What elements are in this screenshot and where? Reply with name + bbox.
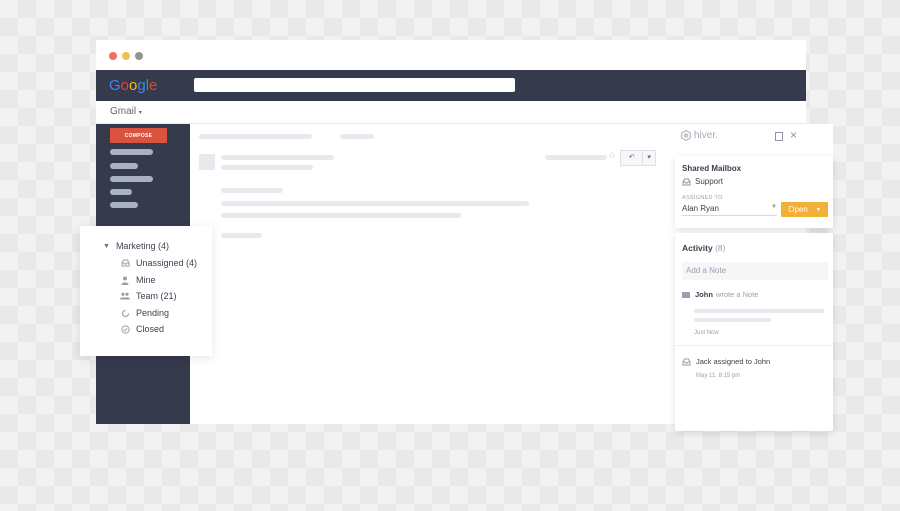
expand-panel-icon[interactable] — [775, 132, 783, 141]
folder-item-label: Unassigned (4) — [136, 258, 198, 268]
activity-card: Activity (8) Add a Note John wrote a Not… — [675, 233, 833, 431]
activity-action: wrote a Note — [715, 290, 759, 299]
sidebar-item-placeholder[interactable] — [110, 202, 138, 208]
label-placeholder — [340, 134, 374, 139]
date-placeholder — [545, 155, 607, 160]
note-text-placeholder — [694, 318, 771, 322]
folder-item-label: Mine — [136, 275, 156, 285]
hiver-logo-text: hiver. — [694, 130, 718, 141]
logo-letter: o — [120, 77, 130, 94]
activity-time: May 11, 8:15 pm — [696, 373, 741, 379]
folder-item-closed[interactable]: Closed — [120, 324, 164, 334]
caret-down-icon: ▾ — [138, 110, 142, 116]
activity-time: Just Now — [694, 330, 719, 336]
activity-item: John wrote a Note — [682, 290, 758, 299]
hiver-panel-header: hiver. × — [675, 124, 833, 156]
sidebar-item-placeholder[interactable] — [110, 149, 153, 155]
body-line-placeholder — [221, 213, 461, 218]
caret-down-icon: ▾ — [642, 151, 655, 165]
window-controls — [109, 52, 143, 60]
shared-mailbox-folder-popup: ▼ Marketing (4) Unassigned (4) Mine Team… — [80, 226, 212, 356]
sidebar-item-placeholder[interactable] — [110, 163, 138, 169]
compose-button[interactable]: COMPOSE — [110, 128, 167, 143]
divider — [675, 345, 833, 346]
body-line-placeholder — [221, 188, 283, 193]
folder-group-label: Marketing (4) — [115, 241, 169, 251]
status-button-label: Open — [788, 205, 808, 214]
activity-count: (8) — [715, 243, 726, 253]
shared-mailbox-card: Shared Mailbox Support ASSIGNED TO Alan … — [675, 156, 833, 228]
status-open-button[interactable]: Open ▼ — [781, 202, 828, 217]
logo-letter: e — [149, 77, 158, 94]
assignee-value: Alan Ryan — [682, 204, 719, 213]
add-note-placeholder: Add a Note — [686, 266, 727, 275]
hiver-hexagon-icon — [681, 130, 691, 141]
hiver-logo: hiver. — [681, 130, 718, 141]
triangle-down-icon: ▼ — [103, 242, 110, 250]
caret-down-icon: ▼ — [771, 204, 777, 210]
subject-placeholder — [199, 134, 312, 139]
mailbox-name: Support — [695, 177, 724, 186]
inbox-icon — [682, 178, 691, 185]
body-line-placeholder — [221, 233, 262, 238]
reply-icon: ↶ — [628, 154, 635, 161]
activity-title: Activity — [682, 243, 713, 253]
shared-mailbox-title: Shared Mailbox — [682, 164, 742, 173]
assignee-select[interactable]: Alan Ryan ▼ — [682, 204, 777, 216]
sidebar-item-placeholder[interactable] — [110, 189, 132, 195]
folder-item-team[interactable]: Team (21) — [120, 291, 177, 301]
gmail-menu-label: Gmail — [110, 106, 137, 117]
folder-group-marketing[interactable]: ▼ Marketing (4) — [103, 241, 169, 251]
star-icon[interactable]: ☆ — [608, 150, 616, 161]
assigned-to-label: ASSIGNED TO — [682, 195, 723, 201]
reply-button[interactable]: ↶ ▾ — [620, 150, 656, 166]
activity-text: Jack assigned to John — [696, 357, 771, 366]
inbox-icon — [682, 358, 691, 365]
check-circle-icon — [120, 324, 130, 334]
folder-item-pending[interactable]: Pending — [120, 308, 169, 318]
logo-letter: g — [137, 77, 146, 94]
gmail-menu[interactable]: Gmail ▾ — [110, 106, 142, 117]
activity-header: Activity (8) — [682, 243, 725, 253]
activity-item: Jack assigned to John — [682, 357, 770, 366]
maximize-dot-icon[interactable] — [135, 52, 143, 60]
close-icon[interactable]: × — [790, 128, 797, 142]
sender-avatar — [199, 154, 215, 170]
mailbox-name-row: Support — [682, 177, 723, 186]
team-icon — [120, 291, 130, 301]
caret-down-icon: ▼ — [815, 206, 821, 213]
inbox-icon — [120, 258, 130, 268]
note-text-placeholder — [694, 309, 824, 313]
sender-placeholder — [221, 155, 334, 160]
sidebar-item-placeholder[interactable] — [110, 176, 153, 182]
note-icon — [682, 291, 690, 298]
folder-item-unassigned[interactable]: Unassigned (4) — [120, 258, 197, 268]
gmail-header: Google — [96, 70, 806, 101]
pending-icon — [120, 308, 130, 318]
minimize-dot-icon[interactable] — [122, 52, 130, 60]
person-icon — [120, 275, 130, 285]
add-note-input[interactable]: Add a Note — [682, 262, 828, 280]
gmail-toolbar: Gmail ▾ — [96, 101, 806, 124]
logo-letter: G — [109, 77, 121, 94]
folder-item-label: Pending — [136, 308, 170, 318]
activity-actor: John — [695, 290, 713, 299]
folder-item-mine[interactable]: Mine — [120, 275, 156, 285]
folder-item-label: Closed — [136, 324, 165, 334]
close-dot-icon[interactable] — [109, 52, 117, 60]
recipient-placeholder — [221, 165, 313, 170]
body-line-placeholder — [221, 201, 529, 206]
search-input[interactable] — [194, 78, 515, 92]
folder-item-label: Team (21) — [136, 291, 177, 301]
google-logo[interactable]: Google — [109, 77, 157, 94]
